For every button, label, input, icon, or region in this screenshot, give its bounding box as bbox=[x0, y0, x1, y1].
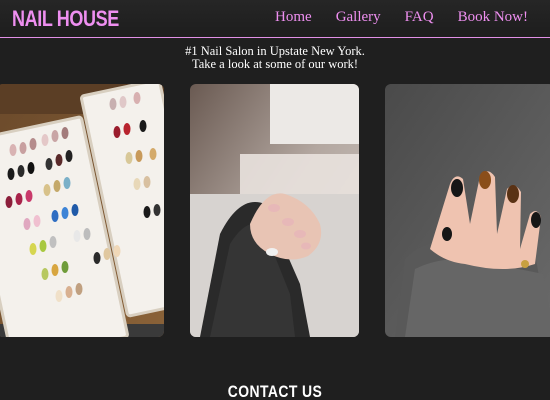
gallery-photo-nude-manicure[interactable] bbox=[190, 84, 359, 337]
site-header: NAIL HOUSE Home Gallery FAQ Book Now! bbox=[0, 0, 550, 38]
nude-manicure-image bbox=[190, 84, 359, 337]
intro-text: #1 Nail Salon in Upstate New York. Take … bbox=[0, 45, 550, 71]
nav-home-link[interactable]: Home bbox=[275, 9, 312, 26]
intro-line-2: Take a look at some of our work! bbox=[191, 57, 359, 71]
gallery-photo-dark-manicure[interactable] bbox=[385, 84, 550, 337]
nail-tips-tray-image bbox=[0, 84, 164, 337]
contact-heading: CONTACT US bbox=[227, 382, 323, 400]
main-nav: Home Gallery FAQ Book Now! bbox=[275, 9, 528, 26]
site-logo[interactable]: NAIL HOUSE bbox=[12, 6, 119, 32]
nav-gallery-link[interactable]: Gallery bbox=[336, 9, 381, 26]
nav-book-now-link[interactable]: Book Now! bbox=[458, 9, 528, 26]
gallery-photo-nail-tips[interactable] bbox=[0, 84, 164, 337]
dark-manicure-image bbox=[385, 84, 550, 337]
gallery bbox=[0, 84, 550, 337]
nav-faq-link[interactable]: FAQ bbox=[405, 9, 434, 26]
